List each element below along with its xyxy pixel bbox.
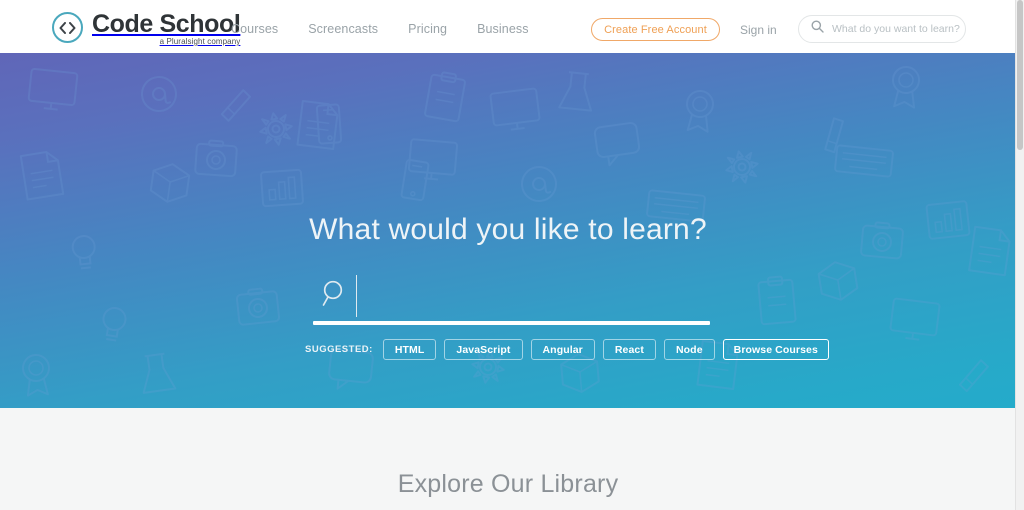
library-title: Explore Our Library [397,470,619,498]
suggested-tag-react[interactable]: React [602,339,656,360]
suggested-tag-angular[interactable]: Angular [530,339,595,360]
suggested-label: SUGGESTED: [305,344,373,355]
nav-item-courses[interactable]: Courses [231,22,278,36]
search-icon [811,20,824,38]
nav-item-business[interactable]: Business [477,22,529,36]
nav-item-screencasts[interactable]: Screencasts [308,22,378,36]
hero-title: What would you like to learn? [309,213,707,246]
code-brackets-circle-icon [52,12,83,43]
nav-item-pricing[interactable]: Pricing [408,22,447,36]
suggested-tag-html[interactable]: HTML [382,339,437,360]
library-section: Explore Our Library [0,408,1016,510]
header-search[interactable] [798,15,966,43]
hero-section: What would you like to learn? SUGGESTED:… [0,53,1016,408]
sign-in-link[interactable]: Sign in [740,23,777,37]
suggested-tag-node[interactable]: Node [663,339,715,360]
suggested-tag-javascript[interactable]: JavaScript [444,339,523,360]
scrollbar-thumb[interactable] [1017,0,1023,150]
search-icon [321,279,347,312]
hero-search-input[interactable] [365,275,705,317]
hero-search[interactable] [313,265,710,325]
site-header: Code School a Pluralsight company Course… [0,0,1016,53]
main-nav: Courses Screencasts Pricing Business [231,22,529,36]
create-free-account-button[interactable]: Create Free Account [591,18,720,41]
browse-courses-button[interactable]: Browse Courses [722,339,829,360]
text-cursor [356,275,357,317]
hero-search-underline [313,321,710,325]
logo-subtitle: a Pluralsight company [159,37,241,46]
logo[interactable]: Code School a Pluralsight company [52,10,241,46]
logo-title: Code School [92,10,241,38]
header-search-input[interactable] [832,23,962,35]
suggested-row: SUGGESTED: HTML JavaScript Angular React… [305,339,829,360]
page-scrollbar[interactable] [1016,0,1024,510]
